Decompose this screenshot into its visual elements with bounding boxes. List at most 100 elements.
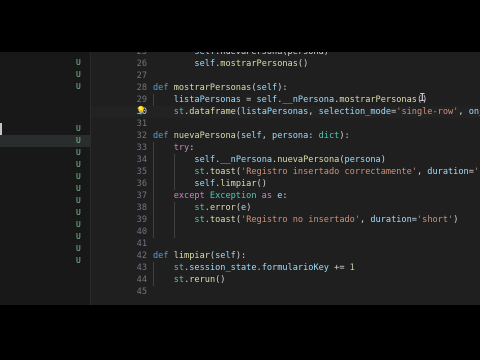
code-line[interactable]: 38 st.error(e) [91,202,480,214]
code-line[interactable]: 39 st.toast('Registro no insertado', dur… [91,214,480,226]
explorer-file-row[interactable]: U [0,159,90,171]
git-untracked-badge: U [76,58,81,67]
git-untracked-badge: U [76,136,81,145]
explorer-file-row[interactable]: U [0,81,90,93]
code-token: dataframe [189,107,236,117]
explorer-file-row[interactable]: U [0,147,90,159]
line-number: 34 [136,155,147,165]
explorer-file-row[interactable]: U [0,255,90,267]
code-line[interactable]: 36 self.limpiar() [91,178,480,190]
code-token: () [256,179,267,189]
code-token: __nPersona [220,155,273,165]
line-number: 44 [136,275,147,285]
code-token: st [173,275,185,285]
code-token: def [153,83,174,93]
code-token: () [297,59,309,69]
code-token: : [282,191,288,201]
code-token: () [215,275,226,285]
code-token: ): [235,251,247,261]
code-token: duration [427,167,469,177]
git-untracked-badge: U [76,208,81,217]
explorer-file-row[interactable]: U [0,123,90,135]
code-line[interactable]: 40 [91,226,480,238]
code-token: limpiar [173,251,210,261]
code-line[interactable]: 42 def limpiar(self): [91,250,480,262]
code-token: self [194,179,216,189]
code-token: selection_mode [318,107,392,117]
code-line[interactable]: 43 st.session_state.formularioKey += 1 [91,262,480,274]
explorer-file-row[interactable]: U [0,243,90,255]
code-token: toast [209,215,236,225]
code-line[interactable]: 37 except Exception as e: [91,190,480,202]
code-token: : [308,131,319,141]
code-line[interactable]: 35 st.toast('Registro insertado correcta… [91,166,480,178]
code-token: st [173,107,185,117]
code-line[interactable]: 44 st.rerun() [91,274,480,286]
explorer-file-row[interactable]: U [0,171,90,183]
code-line[interactable]: 30 st.dataframe(listaPersonas, selection… [91,106,480,118]
code-text: except Exception as e: [153,190,288,202]
git-untracked-badge: U [76,232,81,241]
code-line[interactable]: 31 [91,118,480,130]
line-number: 26 [136,59,147,69]
code-line[interactable]: 26 self.mostrarPersonas() [91,58,480,70]
explorer-file-row[interactable]: U [0,207,90,219]
git-untracked-badge: U [76,172,81,181]
code-line[interactable]: 34 self.__nPersona.nuevaPersona(persona) [91,154,480,166]
code-line[interactable]: 41 [91,238,480,250]
code-token: persona [272,131,309,141]
git-untracked-badge: U [76,220,81,229]
git-untracked-badge: U [76,244,81,253]
code-token: , [308,107,319,117]
explorer-file-row[interactable]: U [0,231,90,243]
code-token: , [261,131,273,141]
code-token: except [173,191,210,201]
mouse-cursor: I [419,91,426,104]
code-token: st [194,215,205,225]
code-line[interactable]: 32 def nuevaPersona(self, persona: dict): [91,130,480,142]
line-number: 42 [136,251,147,261]
code-line[interactable]: 45 [91,286,480,298]
explorer-file-row[interactable]: U [0,135,90,147]
git-untracked-badge: U [76,256,81,265]
code-token: as [256,191,278,201]
explorer-file-row[interactable]: U [0,57,90,69]
lightbulb-icon[interactable]: 💡 [136,106,146,116]
git-untracked-badge: U [76,196,81,205]
code-token: .nuevaPersona(persona) [215,52,329,57]
code-line[interactable]: 27 [91,70,480,82]
code-text: st.session_state.formularioKey += 1 [153,262,355,274]
code-line[interactable]: 33 try: [91,142,480,154]
code-token: def [153,251,174,261]
explorer-file-row[interactable]: U [0,219,90,231]
line-number: 41 [136,239,147,249]
code-text: def limpiar(self): [153,250,246,262]
code-text: listaPersonas = self.__nPersona.mostrarP… [153,94,428,106]
code-token: rerun [189,275,216,285]
code-text: def mostrarPersonas(self): [153,82,288,94]
code-token: ): [277,83,288,93]
code-text: st.dataframe(listaPersonas, selection_mo… [153,106,480,118]
explorer-file-row[interactable]: U [0,69,90,81]
code-token: , [458,107,469,117]
explorer-file-row[interactable]: U [0,183,90,195]
code-token: ): [339,131,350,141]
code-token: 1 [349,263,355,273]
code-token: def [153,131,174,141]
vscode-window: UUUUUUUUUUUUUUU 25 self.nuevaPersona(per… [0,52,480,305]
code-token: listaPersonas [241,107,309,117]
line-number: 32 [136,131,147,141]
code-editor[interactable]: 25 self.nuevaPersona(persona) 26 self.mos… [91,52,480,305]
line-number: 27 [136,71,147,81]
explorer-file-row[interactable]: U [0,195,90,207]
code-token: self [256,95,278,105]
line-number: 28 [136,83,147,93]
code-token: self [215,251,236,261]
code-text: st.toast('Registro insertado correctamen… [153,166,480,178]
git-untracked-badge: U [76,148,81,157]
